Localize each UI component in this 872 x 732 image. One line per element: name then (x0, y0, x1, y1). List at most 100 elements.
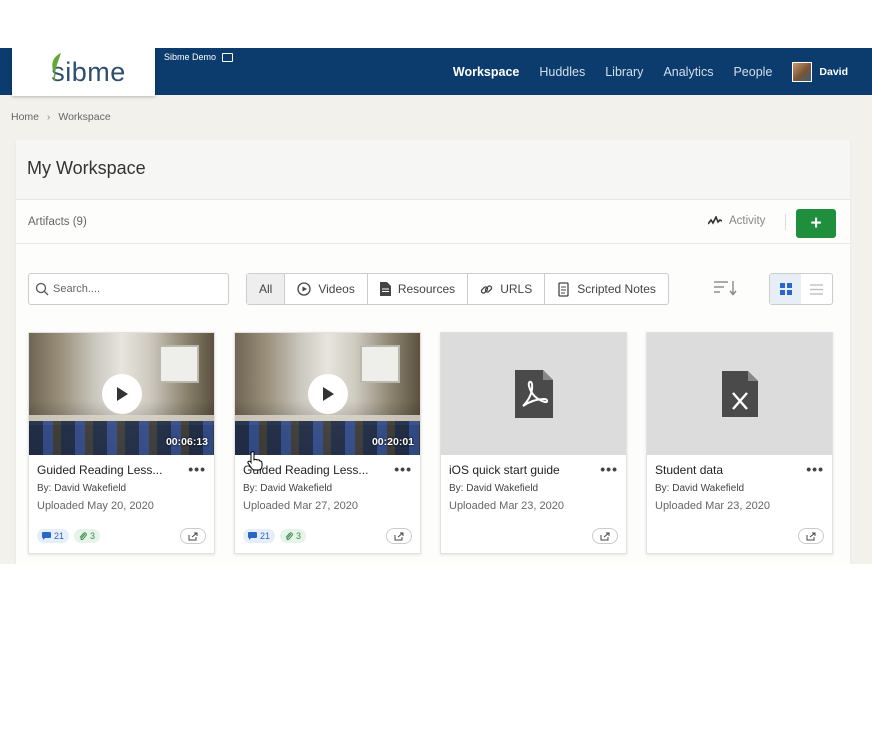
filter-urls[interactable]: URLS (468, 274, 546, 304)
card-title[interactable]: Guided Reading Less... (37, 463, 177, 477)
comments-count: 21 (54, 531, 65, 541)
card-date: Uploaded Mar 27, 2020 (243, 500, 358, 512)
artifact-card[interactable]: 00:20:01 Guided Reading Less... ••• By: … (234, 332, 421, 554)
nav-huddles[interactable]: Huddles (539, 65, 585, 79)
card-title[interactable]: Student data (655, 463, 795, 477)
link-icon (480, 284, 493, 294)
sort-button[interactable] (714, 280, 738, 301)
share-button[interactable] (180, 528, 206, 544)
video-duration: 00:06:13 (165, 436, 208, 448)
attachments-badge[interactable]: 3 (280, 529, 307, 543)
video-duration: 00:20:01 (371, 436, 414, 448)
paperclip-icon (285, 531, 293, 540)
comment-icon (42, 532, 51, 540)
card-badges: 21 3 (243, 529, 307, 543)
filter-all-label: All (259, 282, 273, 296)
nav-people[interactable]: People (733, 65, 772, 79)
comments-badge[interactable]: 21 (37, 529, 70, 543)
user-name: David (819, 65, 848, 78)
video-thumbnail[interactable]: 00:20:01 (235, 333, 420, 455)
hand-pointer-icon (247, 451, 263, 471)
video-thumbnail[interactable]: 00:06:13 (29, 333, 214, 455)
activity-button[interactable]: Activity (708, 215, 765, 227)
filter-resources[interactable]: Resources (368, 274, 469, 304)
filter-scripted-notes-label: Scripted Notes (577, 282, 656, 296)
breadcrumb-home[interactable]: Home (11, 111, 39, 123)
attachments-count: 3 (90, 531, 96, 541)
card-body: Student data ••• By: David Wakefield Upl… (647, 455, 832, 512)
top-navigation-bar: sibme Sibme Demo Workspace Huddles Libra… (0, 48, 872, 96)
document-thumbnail[interactable] (441, 333, 626, 455)
card-body: Guided Reading Less... ••• By: David Wak… (29, 455, 214, 512)
paperclip-icon (79, 531, 87, 540)
sort-icon (714, 281, 737, 296)
switch-account-icon (222, 52, 234, 62)
share-icon (600, 532, 610, 540)
sibme-logo[interactable]: sibme (12, 48, 155, 96)
card-badges: 21 3 (37, 529, 101, 543)
filter-resources-label: Resources (397, 282, 456, 296)
filter-videos-label: Videos (318, 282, 355, 296)
view-toggle (769, 273, 833, 305)
share-icon (188, 532, 198, 540)
list-view-button[interactable] (801, 274, 832, 304)
share-button[interactable] (592, 528, 618, 544)
add-artifact-button[interactable]: + (796, 209, 836, 238)
document-thumbnail[interactable] (647, 333, 832, 455)
attachments-count: 3 (296, 531, 302, 541)
main-nav: Workspace Huddles Library Analytics Peop… (453, 48, 872, 95)
list-icon (810, 283, 823, 295)
nav-analytics[interactable]: Analytics (663, 65, 713, 79)
share-icon (394, 532, 404, 540)
card-author: By: David Wakefield (243, 483, 333, 494)
grid-icon (779, 283, 792, 295)
comments-count: 21 (260, 531, 271, 541)
artifacts-toolbar: Artifacts (9) Activity + (16, 200, 850, 244)
card-author: By: David Wakefield (449, 483, 539, 494)
more-options-icon[interactable]: ••• (806, 461, 824, 477)
filter-videos[interactable]: Videos (285, 274, 368, 304)
page-title: My Workspace (27, 158, 146, 178)
share-icon (806, 532, 816, 540)
leaf-icon (52, 53, 61, 82)
more-options-icon[interactable]: ••• (188, 461, 206, 477)
share-button[interactable] (798, 528, 824, 544)
share-button[interactable] (386, 528, 412, 544)
card-title[interactable]: Guided Reading Less... (243, 463, 383, 477)
excel-file-icon (721, 371, 758, 417)
chevron-right-icon: › (47, 111, 51, 123)
document-icon (379, 282, 391, 296)
search-input[interactable] (53, 283, 213, 295)
scene-whiteboard (360, 345, 400, 383)
play-button[interactable] (101, 374, 142, 414)
activity-icon (708, 216, 722, 225)
artifact-card[interactable]: 00:06:13 Guided Reading Less... ••• By: … (28, 332, 215, 554)
card-date: Uploaded Mar 23, 2020 (449, 500, 564, 512)
account-switcher[interactable]: Sibme Demo (164, 52, 234, 62)
play-circle-icon (297, 282, 311, 296)
more-options-icon[interactable]: ••• (394, 461, 412, 477)
nav-library[interactable]: Library (605, 65, 643, 79)
breadcrumb-current: Workspace (58, 111, 111, 123)
artifact-card[interactable]: Student data ••• By: David Wakefield Upl… (646, 332, 833, 554)
card-author: By: David Wakefield (37, 483, 127, 494)
nav-workspace[interactable]: Workspace (453, 65, 519, 79)
filter-all[interactable]: All (247, 274, 286, 304)
card-author: By: David Wakefield (655, 483, 745, 494)
attachments-badge[interactable]: 3 (74, 529, 101, 543)
comment-icon (248, 532, 257, 540)
divider (785, 214, 786, 230)
artifact-card[interactable]: iOS quick start guide ••• By: David Wake… (440, 332, 627, 554)
grid-view-button[interactable] (770, 274, 801, 304)
play-button[interactable] (307, 374, 348, 414)
card-body: iOS quick start guide ••• By: David Wake… (441, 455, 626, 512)
card-title[interactable]: iOS quick start guide (449, 463, 589, 477)
comments-badge[interactable]: 21 (243, 529, 276, 543)
search-box (28, 273, 229, 305)
card-date: Uploaded May 20, 2020 (37, 500, 154, 512)
filter-scripted-notes[interactable]: Scripted Notes (545, 274, 668, 304)
search-icon (35, 282, 49, 296)
user-menu[interactable]: David (792, 61, 848, 82)
more-options-icon[interactable]: ••• (600, 461, 618, 477)
artifacts-count: Artifacts (9) (28, 216, 87, 228)
